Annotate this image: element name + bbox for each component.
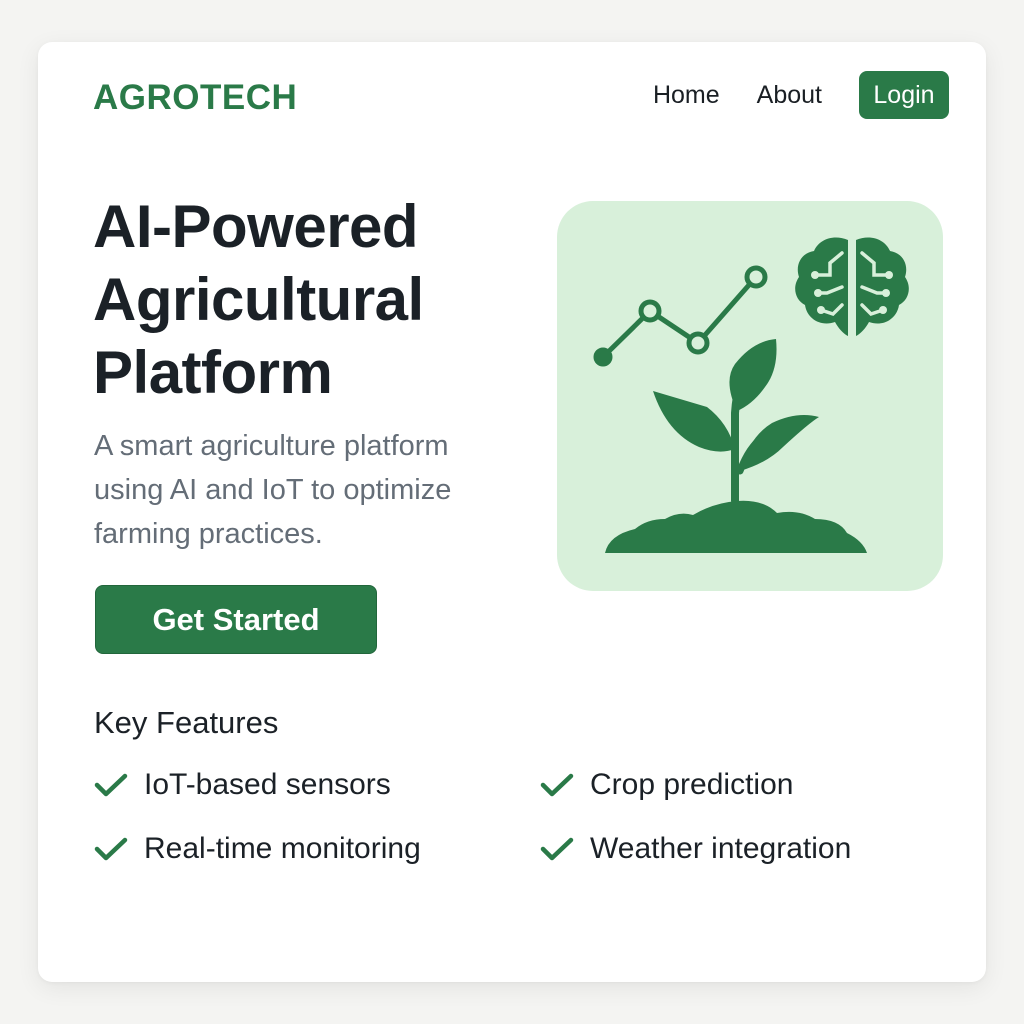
top-nav: Home About Login — [653, 71, 949, 119]
get-started-button[interactable]: Get Started — [95, 585, 377, 654]
features-list: IoT-based sensors Crop prediction Real-t… — [94, 767, 944, 867]
brand-logo[interactable]: AGROTECH — [93, 78, 297, 118]
seedling-plant-icon — [653, 339, 819, 505]
feature-label: Weather integration — [590, 832, 852, 865]
hero-illustration — [557, 201, 943, 591]
checkmark-icon — [540, 773, 574, 797]
trend-line-chart-icon — [593, 265, 768, 367]
feature-label: Real-time monitoring — [144, 832, 421, 865]
feature-item: IoT-based sensors — [94, 767, 540, 803]
feature-item: Weather integration — [540, 831, 944, 867]
checkmark-icon — [540, 837, 574, 861]
hero-subtitle: A smart agriculture platform using AI an… — [94, 430, 452, 550]
brain-circuit-icon — [795, 237, 909, 336]
feature-label: Crop prediction — [590, 768, 794, 801]
checkmark-icon — [94, 773, 128, 797]
soil-mound-icon — [605, 500, 867, 553]
login-button[interactable]: Login — [859, 71, 949, 119]
key-features-heading: Key Features — [94, 705, 279, 740]
nav-about-link[interactable]: About — [757, 81, 822, 110]
hero-title: AI-Powered Agricultural Platform — [93, 193, 424, 406]
landing-card: AGROTECH Home About Login AI-Powered Agr… — [38, 42, 986, 982]
feature-item: Crop prediction — [540, 767, 944, 803]
nav-home-link[interactable]: Home — [653, 81, 720, 110]
checkmark-icon — [94, 837, 128, 861]
feature-item: Real-time monitoring — [94, 831, 540, 867]
feature-label: IoT-based sensors — [144, 768, 391, 801]
